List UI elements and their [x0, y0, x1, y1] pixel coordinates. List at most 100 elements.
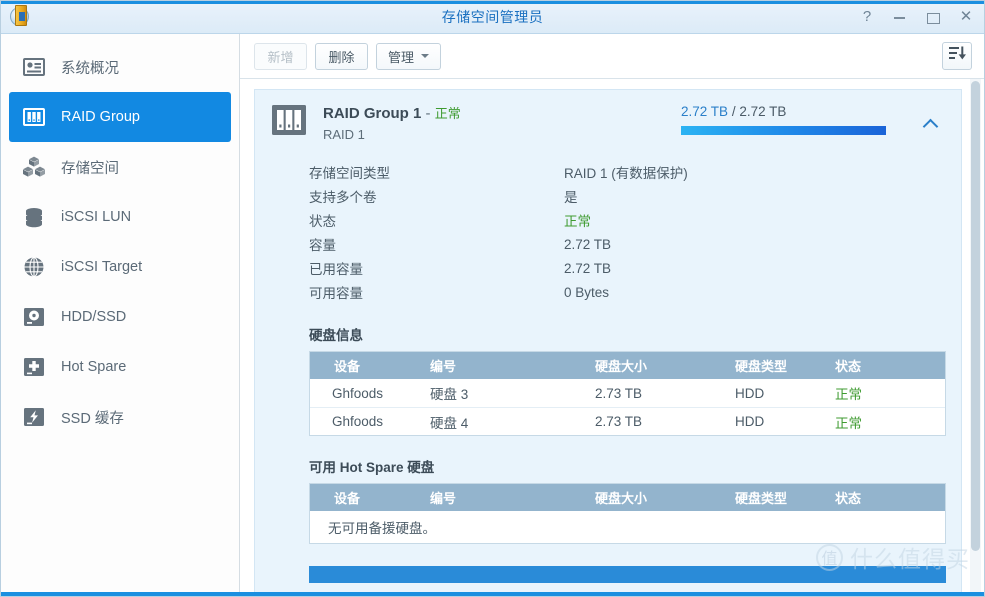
scrollbar-thumb[interactable]	[971, 81, 980, 551]
raid-group-icon	[21, 104, 47, 130]
toolbar-right	[942, 42, 972, 70]
table-cell: 正常	[835, 415, 862, 431]
table-cell: 硬盘 3	[430, 387, 469, 402]
property-value: 2.72 TB	[564, 236, 612, 252]
sidebar-item-ssd-cache[interactable]: SSD 缓存	[9, 392, 231, 442]
window-title: 存储空间管理员	[441, 9, 544, 25]
table-cell: HDD	[735, 414, 765, 429]
capacity-summary: 2.72 TB / 2.72 TB	[681, 103, 913, 144]
toolbar: 新增 删除 管理	[240, 34, 984, 79]
sidebar-item-label: 系统概况	[61, 60, 119, 77]
column-header: 状态	[835, 491, 862, 506]
column-header: 设备	[334, 491, 361, 506]
capacity-total: 2.72 TB	[739, 104, 787, 119]
property-row: 可用容量 0 Bytes	[309, 280, 961, 304]
capacity-progress-bar	[681, 126, 886, 135]
globe-icon	[21, 254, 47, 280]
column-header: 状态	[835, 359, 862, 374]
main-panel: 新增 删除 管理 RAID Group 1 - 正常 RAID 1 2.72 T…	[240, 34, 984, 596]
table-cell: 硬盘 4	[430, 415, 469, 431]
sidebar: 系统概况 RAID Group 存储空间 iSCSI LUN iSCSI Tar…	[1, 34, 240, 596]
table-cell: 正常	[835, 387, 862, 402]
property-row: 容量 2.72 TB	[309, 232, 961, 256]
overview-icon	[21, 54, 47, 80]
raid-group-header: RAID Group 1 - 正常 RAID 1 2.72 TB / 2.72 …	[255, 103, 961, 144]
table-header-row: 设备 编号 硬盘大小 硬盘类型 状态	[310, 352, 945, 379]
raid-group-title-line: RAID Group 1 - 正常	[323, 103, 681, 122]
sidebar-item-iscsi-target[interactable]: iSCSI Target	[9, 242, 231, 292]
property-row: 支持多个卷 是	[309, 184, 961, 208]
column-header: 硬盘类型	[735, 491, 788, 506]
status-badge: 正常	[434, 106, 461, 121]
vertical-scrollbar[interactable]	[970, 79, 981, 596]
property-key: 容量	[309, 238, 336, 253]
column-header: 硬盘大小	[595, 491, 648, 506]
property-value: 是	[564, 190, 578, 205]
table-cell: Ghfoods	[332, 414, 384, 429]
table-cell: HDD	[735, 385, 765, 401]
database-icon	[21, 204, 47, 230]
raid-group-name: RAID Group 1	[323, 105, 422, 122]
raid-properties: 存储空间类型 RAID 1 (有数据保护) 支持多个卷是状态 正常 容量 2.72 TB 已…	[309, 160, 961, 304]
bottom-accent-strip	[1, 592, 984, 596]
sidebar-item-label: RAID Group	[61, 109, 140, 125]
chevron-up-icon	[924, 117, 937, 130]
property-row: 已用容量 2.72 TB	[309, 256, 961, 280]
create-button[interactable]: 新增	[254, 42, 307, 70]
property-value: 正常	[564, 214, 591, 229]
hotspare-table: 设备 编号 硬盘大小 硬盘类型 状态 无可用备援硬盘。	[309, 483, 946, 544]
disk-info-table: 设备 编号 硬盘大小 硬盘类型 状态 Ghfoods 硬盘 3 2.73 TB HDD 正常 Gh…	[309, 351, 946, 436]
sidebar-item-hdd-ssd[interactable]: HDD/SSD	[9, 292, 231, 342]
usage-stacked-bar	[309, 566, 946, 583]
maximize-button[interactable]	[925, 9, 941, 25]
raid-array-icon	[269, 103, 309, 144]
sidebar-item-overview[interactable]: 系统概况	[9, 42, 231, 92]
sidebar-item-hot-spare[interactable]: Hot Spare	[9, 342, 231, 392]
sidebar-item-label: Hot Spare	[61, 359, 127, 375]
manage-label: 管理	[388, 49, 415, 65]
storage-cubes-icon	[21, 154, 47, 180]
raid-group-titles: RAID Group 1 - 正常 RAID 1	[323, 103, 681, 144]
property-value: RAID 1 (有数据保护)	[564, 166, 688, 181]
property-key: 存储空间类型	[309, 166, 390, 181]
title-separator: -	[425, 105, 431, 122]
content-scroll-area: RAID Group 1 - 正常 RAID 1 2.72 TB / 2.72 …	[240, 79, 984, 596]
capacity-text: 2.72 TB / 2.72 TB	[681, 104, 913, 119]
help-button[interactable]: ?	[859, 9, 875, 25]
delete-button[interactable]: 删除	[315, 42, 368, 70]
sort-button[interactable]	[942, 42, 972, 70]
sidebar-item-storage-space[interactable]: 存储空间	[9, 142, 231, 192]
sort-descending-icon	[948, 46, 966, 66]
storage-manager-icon	[10, 5, 34, 29]
sidebar-item-label: iSCSI LUN	[61, 209, 132, 225]
raid-group-card: RAID Group 1 - 正常 RAID 1 2.72 TB / 2.72 …	[254, 89, 962, 596]
sidebar-item-label: HDD/SSD	[61, 309, 127, 325]
disk-section-title: 硬盘信息	[309, 328, 363, 343]
sidebar-item-iscsi-lun[interactable]: iSCSI LUN	[9, 192, 231, 242]
title-accent-bar	[1, 1, 984, 4]
sidebar-item-label: iSCSI Target	[61, 259, 143, 275]
property-value: 0 Bytes	[564, 284, 610, 300]
table-header-row: 设备 编号 硬盘大小 硬盘类型 状态	[310, 484, 945, 511]
collapse-toggle[interactable]	[913, 103, 947, 144]
column-header: 编号	[430, 359, 457, 374]
property-row: 存储空间类型 RAID 1 (有数据保护)	[309, 160, 961, 184]
minimize-button[interactable]	[892, 9, 908, 25]
column-header: 编号	[430, 491, 457, 506]
manage-dropdown-button[interactable]: 管理	[376, 42, 442, 70]
column-header: 硬盘大小	[595, 359, 648, 374]
sidebar-item-raid-group[interactable]: RAID Group	[9, 92, 231, 142]
disk-icon	[21, 304, 47, 330]
storage-manager-window: 存储空间管理员 ? ✕ 系统概况 RAID Group 存储空间 iSCSI L…	[0, 0, 985, 597]
capacity-used: 2.72 TB	[681, 104, 729, 119]
property-key: 可用容量	[309, 286, 363, 301]
column-header: 硬盘类型	[735, 359, 788, 374]
chevron-down-icon	[421, 54, 430, 58]
hotspare-section-title: 可用 Hot Spare 硬盘	[309, 460, 435, 475]
raid-group-subtitle: RAID 1	[323, 127, 365, 142]
close-button[interactable]: ✕	[958, 9, 974, 25]
table-row[interactable]: Ghfoods 硬盘 4 2.73 TB HDD 正常	[310, 407, 945, 435]
title-bar: 存储空间管理员 ? ✕	[1, 1, 984, 34]
table-row[interactable]: Ghfoods 硬盘 3 2.73 TB HDD 正常	[310, 379, 945, 407]
ssd-cache-icon	[21, 404, 47, 430]
